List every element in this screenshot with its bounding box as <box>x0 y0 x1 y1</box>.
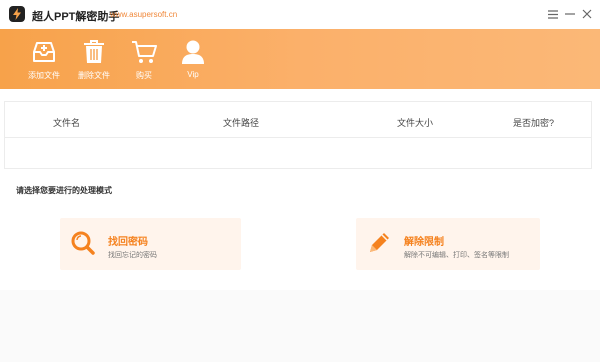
column-header-encrypted[interactable]: 是否加密? <box>513 116 554 129</box>
vip-label: Vip <box>187 70 199 79</box>
add-file-label: 添加文件 <box>28 71 60 80</box>
vip-button[interactable]: Vip <box>168 29 218 89</box>
user-icon <box>179 38 207 66</box>
recover-password-title: 找回密码 <box>108 237 148 248</box>
inbox-add-icon <box>30 38 58 66</box>
trash-icon <box>80 38 108 66</box>
bottom-area <box>0 290 600 362</box>
close-icon[interactable] <box>579 6 595 22</box>
table-header: 文件名 文件路径 文件大小 是否加密? <box>5 102 591 138</box>
delete-file-button[interactable]: 删除文件 <box>69 29 119 89</box>
cart-icon <box>130 38 158 66</box>
column-header-filesize[interactable]: 文件大小 <box>397 116 433 129</box>
column-header-filepath[interactable]: 文件路径 <box>223 116 259 129</box>
remove-restrictions-card[interactable]: 解除限制 解除不可编辑、打印、签名等限制 <box>356 218 540 270</box>
pencil-icon <box>366 230 392 256</box>
search-icon <box>70 230 96 256</box>
minimize-icon[interactable] <box>562 6 578 22</box>
buy-button[interactable]: 购买 <box>119 29 169 89</box>
remove-restrictions-desc: 解除不可编辑、打印、签名等限制 <box>404 252 509 259</box>
menu-icon[interactable] <box>545 6 561 22</box>
recover-password-desc: 找回忘记的密码 <box>108 252 157 259</box>
mode-heading: 请选择您要进行的处理模式 <box>16 186 112 195</box>
recover-password-card[interactable]: 找回密码 找回忘记的密码 <box>60 218 241 270</box>
file-table[interactable]: 文件名 文件路径 文件大小 是否加密? <box>4 101 592 169</box>
toolbar: 添加文件 删除文件 购买 Vip <box>0 29 600 89</box>
app-url[interactable]: www.asupersoft.cn <box>110 10 177 19</box>
add-file-button[interactable]: 添加文件 <box>19 29 69 89</box>
lightning-icon <box>9 6 25 22</box>
delete-file-label: 删除文件 <box>78 71 110 80</box>
title-bar: 超人PPT解密助手 www.asupersoft.cn <box>0 0 600 29</box>
app-title: 超人PPT解密助手 <box>32 11 120 23</box>
buy-label: 购买 <box>136 71 152 80</box>
remove-restrictions-title: 解除限制 <box>404 237 444 248</box>
column-header-filename[interactable]: 文件名 <box>53 116 80 129</box>
